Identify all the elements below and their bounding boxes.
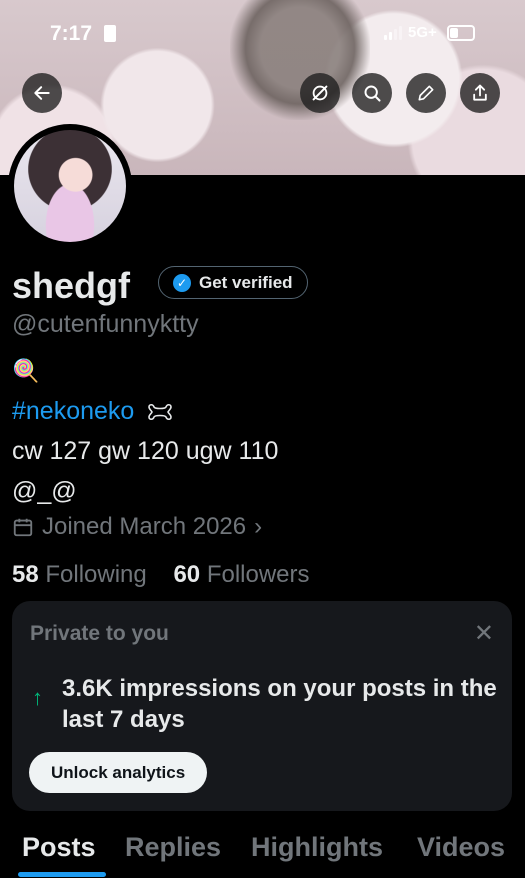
network-indicator: 5G+ bbox=[384, 24, 475, 41]
back-arrow-icon bbox=[34, 86, 50, 100]
edit-button[interactable] bbox=[406, 73, 446, 113]
status-bar: 7:17 5G+ bbox=[0, 20, 525, 50]
battery-icon bbox=[446, 24, 475, 41]
tab-posts[interactable]: Posts bbox=[22, 832, 96, 863]
avatar-image bbox=[14, 130, 126, 242]
tab-highlights[interactable]: Highlights bbox=[251, 832, 383, 863]
profile-handle: @cutenfunnyktty bbox=[12, 310, 199, 338]
tab-videos[interactable]: Videos bbox=[417, 832, 505, 863]
arrow-up-icon: ↑ bbox=[32, 685, 43, 710]
card-title: Private to you bbox=[30, 622, 169, 645]
analytics-card: Private to you ✕ ↑ 3.6K impressions on y… bbox=[12, 601, 512, 811]
get-verified-label: Get verified bbox=[199, 272, 293, 292]
chevron-right-icon: › bbox=[254, 513, 263, 540]
follow-stats: 58 Following 60 Followers bbox=[12, 561, 310, 589]
display-name: shedgf bbox=[12, 265, 131, 306]
bio-hashtag-link[interactable]: #nekoneko bbox=[12, 397, 134, 425]
edit-icon bbox=[418, 85, 434, 101]
close-icon[interactable]: ✕ bbox=[474, 619, 494, 648]
signal-icon bbox=[384, 25, 402, 40]
share-button[interactable] bbox=[460, 73, 500, 113]
unlock-analytics-button[interactable]: Unlock analytics bbox=[29, 752, 208, 793]
bio-line-stats: cw 127 gw 120 ugw 110 bbox=[12, 437, 279, 465]
bone-icon bbox=[148, 404, 173, 421]
grok-button[interactable] bbox=[300, 73, 340, 113]
share-icon bbox=[473, 84, 487, 101]
impressions-message: 3.6K impressions on your posts in the la… bbox=[62, 675, 497, 733]
search-button[interactable] bbox=[352, 73, 392, 113]
followers-link[interactable]: 60 Followers bbox=[173, 561, 309, 588]
tab-replies[interactable]: Replies bbox=[125, 832, 221, 863]
joined-date-link[interactable]: Joined March 2026 › bbox=[12, 513, 262, 541]
bio-line-face: @_@ bbox=[12, 477, 77, 505]
followers-label: Followers bbox=[206, 561, 310, 588]
following-label: Following bbox=[45, 561, 147, 588]
grok-icon bbox=[312, 85, 328, 101]
network-label: 5G+ bbox=[408, 24, 437, 41]
profile-avatar[interactable] bbox=[8, 124, 132, 248]
verified-check-icon: ✓ bbox=[173, 273, 191, 292]
get-verified-button[interactable]: ✓ Get verified bbox=[158, 266, 308, 299]
search-icon bbox=[364, 85, 381, 102]
profile-tabs: Posts Replies Highlights Videos bbox=[0, 828, 525, 878]
following-count: 58 bbox=[12, 561, 39, 588]
back-button[interactable] bbox=[22, 73, 62, 113]
sim-icon bbox=[104, 25, 116, 42]
followers-count: 60 bbox=[173, 561, 201, 588]
status-time: 7:17 bbox=[50, 22, 93, 45]
calendar-icon bbox=[13, 518, 33, 537]
bio-line-hashtag: #nekoneko bbox=[12, 397, 175, 426]
bio-emoji: 🍭 bbox=[12, 358, 40, 383]
active-tab-indicator bbox=[18, 872, 106, 877]
joined-label: Joined March 2026 bbox=[42, 513, 247, 540]
banner-cat-photo bbox=[230, 0, 370, 120]
following-link[interactable]: 58 Following bbox=[12, 561, 147, 588]
